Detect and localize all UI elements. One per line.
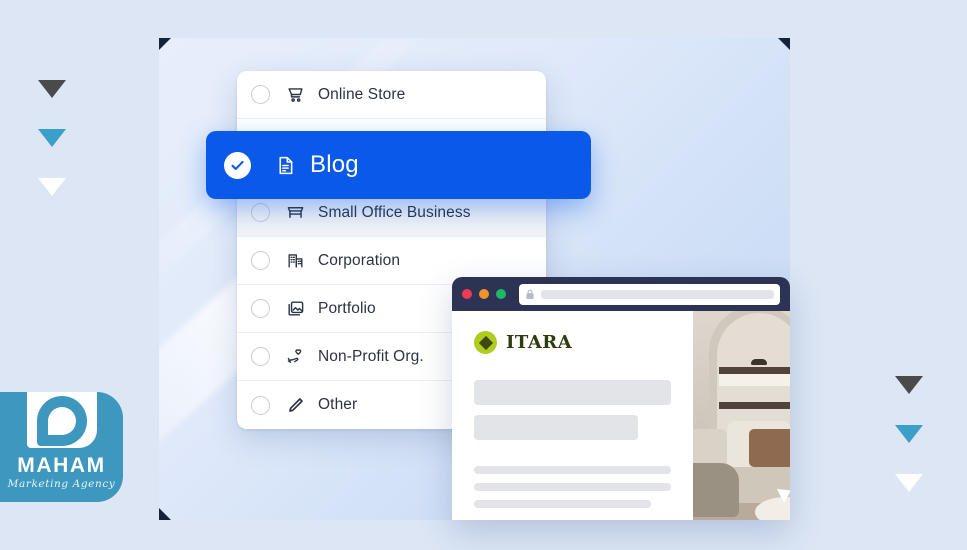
photo-leather-cushion <box>749 429 790 467</box>
triangle-teal-icon <box>38 129 66 147</box>
placeholder-line <box>474 483 671 491</box>
living-room-interior-photo <box>693 311 790 520</box>
photo-throw-blanket <box>693 463 739 517</box>
placeholder-line <box>474 466 671 474</box>
maham-logo: MAHAM Marketing Agency <box>0 392 123 502</box>
list-item-label: Non-Profit Org. <box>318 347 424 365</box>
maximize-dot-icon[interactable] <box>496 289 506 299</box>
photo-shelf-object <box>751 359 767 365</box>
site-content-column: ITARA <box>452 311 693 520</box>
triangle-dark-icon <box>895 376 923 394</box>
triangle-teal-icon <box>895 425 923 443</box>
shopping-cart-icon <box>284 84 306 106</box>
radio-button[interactable] <box>251 251 270 270</box>
list-item-selected-blog[interactable]: Blog <box>206 131 591 199</box>
triangle-white-icon <box>38 178 66 196</box>
radio-button[interactable] <box>251 347 270 366</box>
radio-button[interactable] <box>251 203 270 222</box>
logo-brand-name: MAHAM <box>17 454 106 477</box>
decorative-triangles-right <box>895 376 923 523</box>
lock-icon <box>525 288 535 300</box>
screenshot-canvas: MAHAM Marketing Agency Online Store Smal… <box>0 0 967 550</box>
diamond-shape <box>478 335 493 350</box>
close-dot-icon[interactable] <box>462 289 472 299</box>
photo-shelf <box>719 367 790 374</box>
logo-tagline: Marketing Agency <box>7 478 116 490</box>
office-building-icon <box>284 250 306 272</box>
placeholder-line <box>474 500 652 508</box>
placeholder-block <box>474 415 638 440</box>
storefront-icon <box>284 202 306 224</box>
pencil-icon <box>284 394 306 416</box>
photo-shelf <box>719 402 790 409</box>
placeholder-block <box>474 380 671 405</box>
address-bar-value[interactable] <box>541 289 774 299</box>
itara-diamond-mark-icon <box>474 331 497 354</box>
logo-mark-icon <box>27 392 97 448</box>
list-item[interactable]: Online Store <box>237 71 546 119</box>
radio-button[interactable] <box>251 395 270 415</box>
browser-titlebar <box>452 277 790 311</box>
list-item-label: Portfolio <box>318 299 376 317</box>
minimize-dot-icon[interactable] <box>479 289 489 299</box>
document-icon <box>274 154 296 176</box>
list-item-label: Online Store <box>318 85 406 103</box>
radio-button[interactable] <box>251 299 270 318</box>
triangle-dark-icon <box>38 80 66 98</box>
list-item-label: Corporation <box>318 251 401 269</box>
check-circle-icon <box>224 151 251 179</box>
itara-logo: ITARA <box>474 331 671 354</box>
browser-window-mockup[interactable]: ITARA <box>452 277 790 520</box>
list-item-label: Small Office Business <box>318 203 471 221</box>
logo-ring-shape <box>37 396 87 446</box>
itara-brand-name: ITARA <box>506 332 573 353</box>
image-gallery-icon <box>284 298 306 320</box>
window-controls[interactable] <box>462 289 506 299</box>
list-item-label: Other <box>318 396 358 413</box>
address-bar[interactable] <box>519 283 780 305</box>
decorative-triangles-left <box>38 80 66 227</box>
triangle-white-icon <box>895 474 923 492</box>
hand-heart-icon <box>284 346 306 368</box>
selected-item-label: Blog <box>310 151 359 178</box>
photo-shelf-glow <box>719 374 790 386</box>
radio-button[interactable] <box>251 85 270 104</box>
browser-viewport: ITARA <box>452 311 790 520</box>
